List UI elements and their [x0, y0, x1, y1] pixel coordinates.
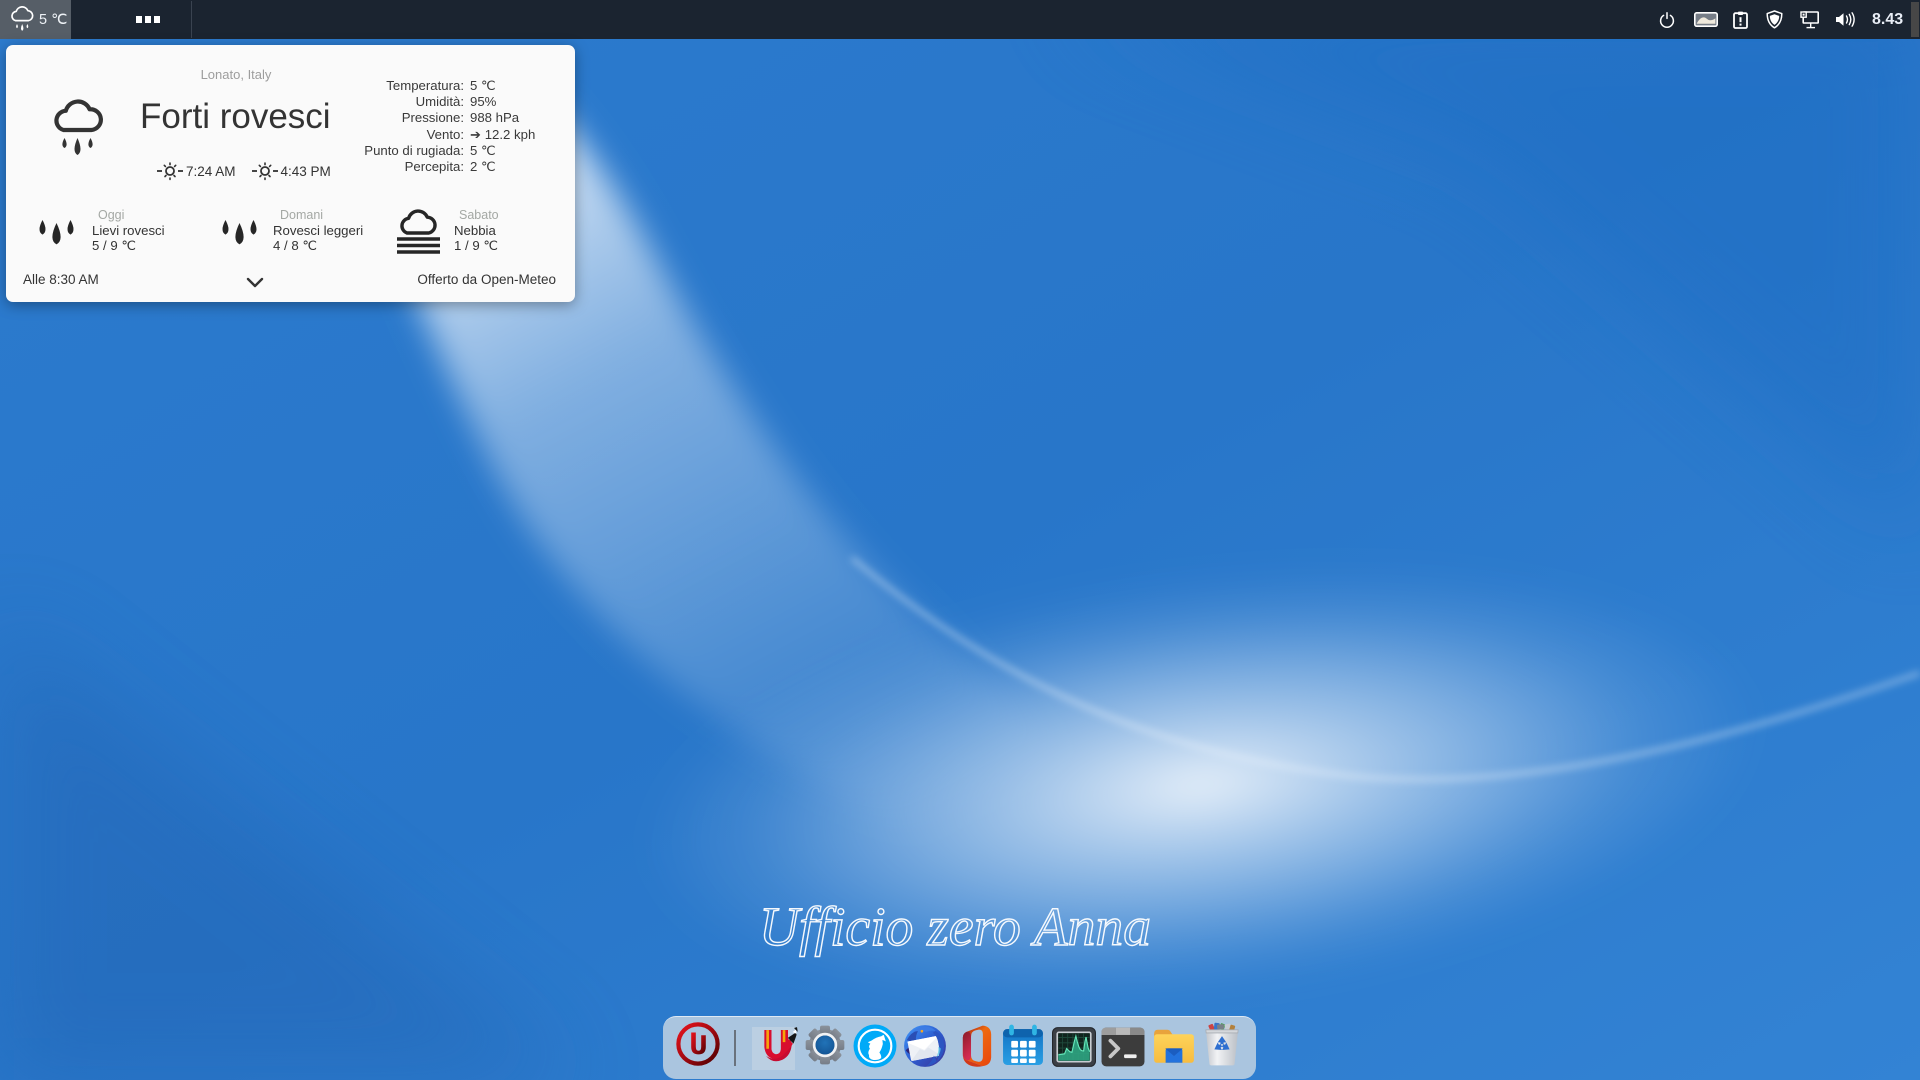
svg-text:Ufficio zero Anna: Ufficio zero Anna: [759, 896, 1151, 957]
